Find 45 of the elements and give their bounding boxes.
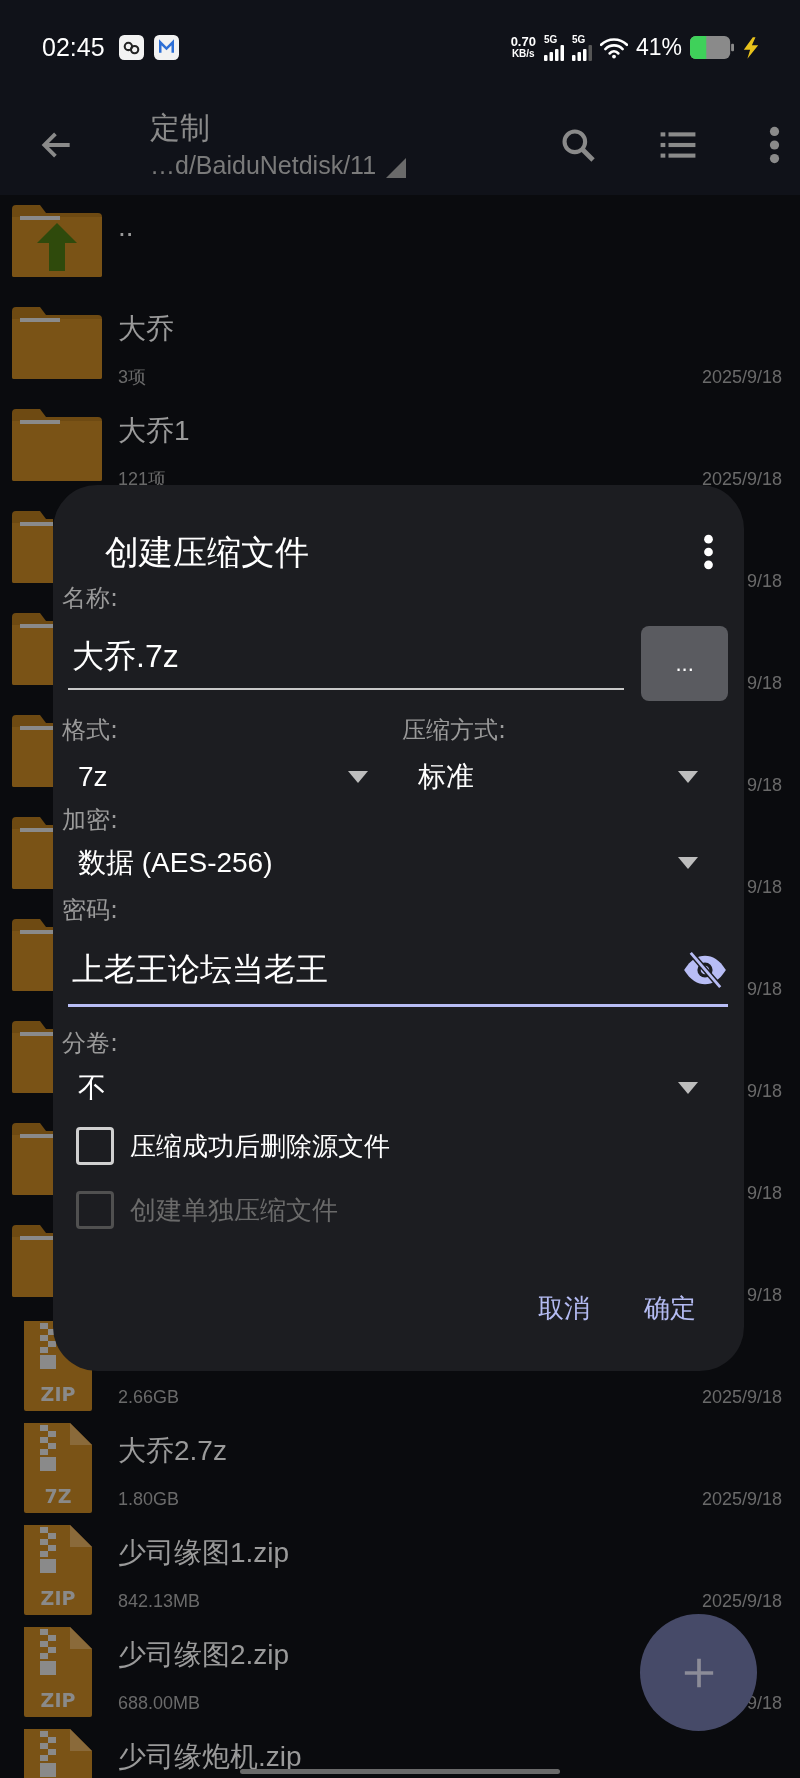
field-label: 名称: — [62, 583, 120, 613]
checkbox-label: 压缩成功后删除源文件 — [130, 1129, 390, 1163]
file-name: .. — [118, 210, 134, 244]
file-type-label: 7Z — [43, 1485, 73, 1507]
file-date: 2025/9/18 — [701, 1488, 782, 1511]
file-date: 2025/9/18 — [701, 366, 782, 389]
file-info: 3项 — [118, 366, 146, 389]
field-label: 格式: — [62, 715, 120, 745]
file-date: 2025/9/18 — [701, 1386, 782, 1409]
file-date: 9/18 — [746, 876, 782, 899]
file-name: 少司缘图1.zip — [118, 1536, 290, 1570]
file-info: 2.66GB — [118, 1386, 180, 1409]
field-label: 密码: — [62, 895, 120, 925]
file-date: 9/18 — [746, 672, 782, 695]
file-type-label: ZIP — [39, 1383, 77, 1405]
network-type-label: 5G — [543, 34, 558, 45]
file-info: 688.00MB — [118, 1692, 201, 1715]
battery-percent: 41% — [635, 34, 682, 61]
file-name: 大乔 — [118, 312, 174, 346]
file-date: 2025/9/18 — [701, 468, 782, 491]
file-name: 大乔1 — [118, 414, 190, 448]
network-speed: 0.70 — [510, 35, 536, 48]
file-date: 9/18 — [746, 1080, 782, 1103]
file-type-label: ZIP — [39, 1689, 77, 1711]
checkbox-label: 创建单独压缩文件 — [130, 1193, 338, 1227]
network-type-label: 5G — [571, 34, 586, 45]
file-date: 9/18 — [746, 570, 782, 593]
file-name: 大乔2.7z — [118, 1434, 227, 1468]
file-date: 9/18 — [746, 1182, 782, 1205]
file-type-label: ZIP — [39, 1587, 77, 1609]
file-date: 9/18 — [746, 1284, 782, 1307]
clock-time: 02:45 — [42, 33, 105, 62]
file-name: 少司缘炮机.zip — [118, 1740, 302, 1774]
field-label: 压缩方式: — [402, 715, 508, 745]
field-label: 分卷: — [62, 1028, 120, 1058]
toolbar-title: 定制 — [150, 109, 211, 147]
file-date: 9/18 — [746, 978, 782, 1001]
file-info: 1.80GB — [118, 1488, 180, 1511]
file-name: 少司缘图2.zip — [118, 1638, 290, 1672]
file-date: 2025/9/18 — [701, 1590, 782, 1613]
dialog-title: 创建压缩文件 — [105, 531, 309, 574]
file-date: 9/18 — [746, 774, 782, 797]
field-label: 加密: — [62, 805, 120, 835]
network-speed-unit: KB/s — [511, 47, 535, 60]
file-info: 842.13MB — [118, 1590, 201, 1613]
